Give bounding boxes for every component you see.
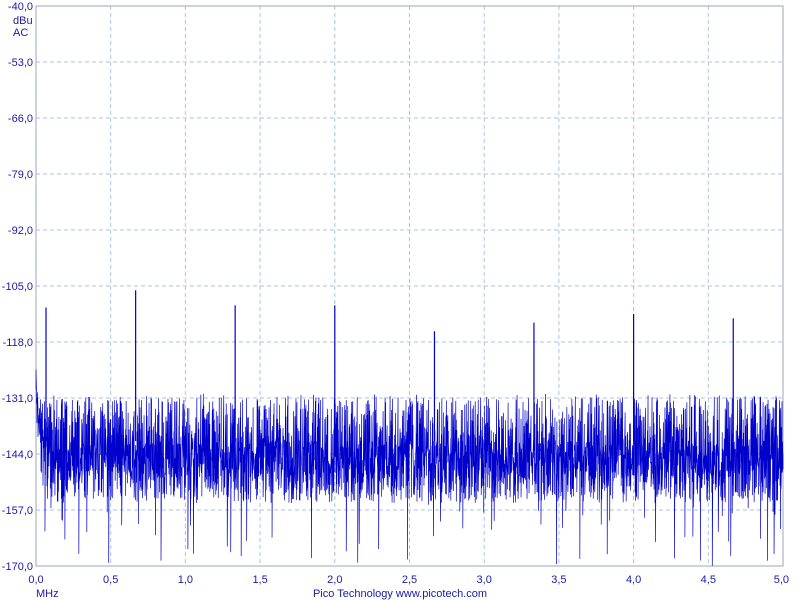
x-tick-label-1: 0,5 — [103, 574, 118, 586]
x-tick-label-9: 4,5 — [701, 574, 716, 586]
y-axis-coupling-label: AC — [13, 27, 28, 39]
x-tick-label-5: 2,5 — [402, 574, 417, 586]
x-tick-label-8: 4,0 — [626, 574, 641, 586]
y-tick-label-7: -131,0 — [2, 393, 33, 405]
y-tick-label-10: -170,0 — [2, 561, 33, 573]
x-tick-label-3: 1,5 — [252, 574, 267, 586]
x-tick-label-7: 3,5 — [551, 574, 566, 586]
y-tick-label-5: -105,0 — [2, 281, 33, 293]
y-tick-label-6: -118,0 — [3, 337, 33, 349]
y-tick-label-4: -92,0 — [8, 225, 33, 237]
y-tick-label-1: -53,0 — [8, 57, 33, 69]
x-tick-label-2: 1,0 — [178, 574, 193, 586]
y-axis-unit-label: dBu — [13, 15, 33, 27]
x-tick-label-6: 3,0 — [477, 574, 492, 586]
y-tick-label-3: -79,0 — [8, 169, 33, 181]
spectrum-chart: -40,0 -53,0 -66,0 -79,0 -92,0 -105,0 -118,0 -13… — [0, 0, 800, 600]
y-tick-label-8: -144,0 — [2, 449, 33, 461]
x-axis-unit-label: MHz — [36, 588, 59, 600]
footer-credit: Pico Technology www.picotech.com — [313, 588, 487, 600]
x-tick-label-4: 2,0 — [327, 574, 342, 586]
x-tick-label-0: 0,0 — [28, 574, 43, 586]
y-tick-label-0: -40,0 — [8, 1, 33, 13]
y-tick-label-9: -157,0 — [2, 505, 33, 517]
x-tick-label-10: 5,0 — [774, 574, 789, 586]
y-tick-label-2: -66,0 — [8, 113, 33, 125]
